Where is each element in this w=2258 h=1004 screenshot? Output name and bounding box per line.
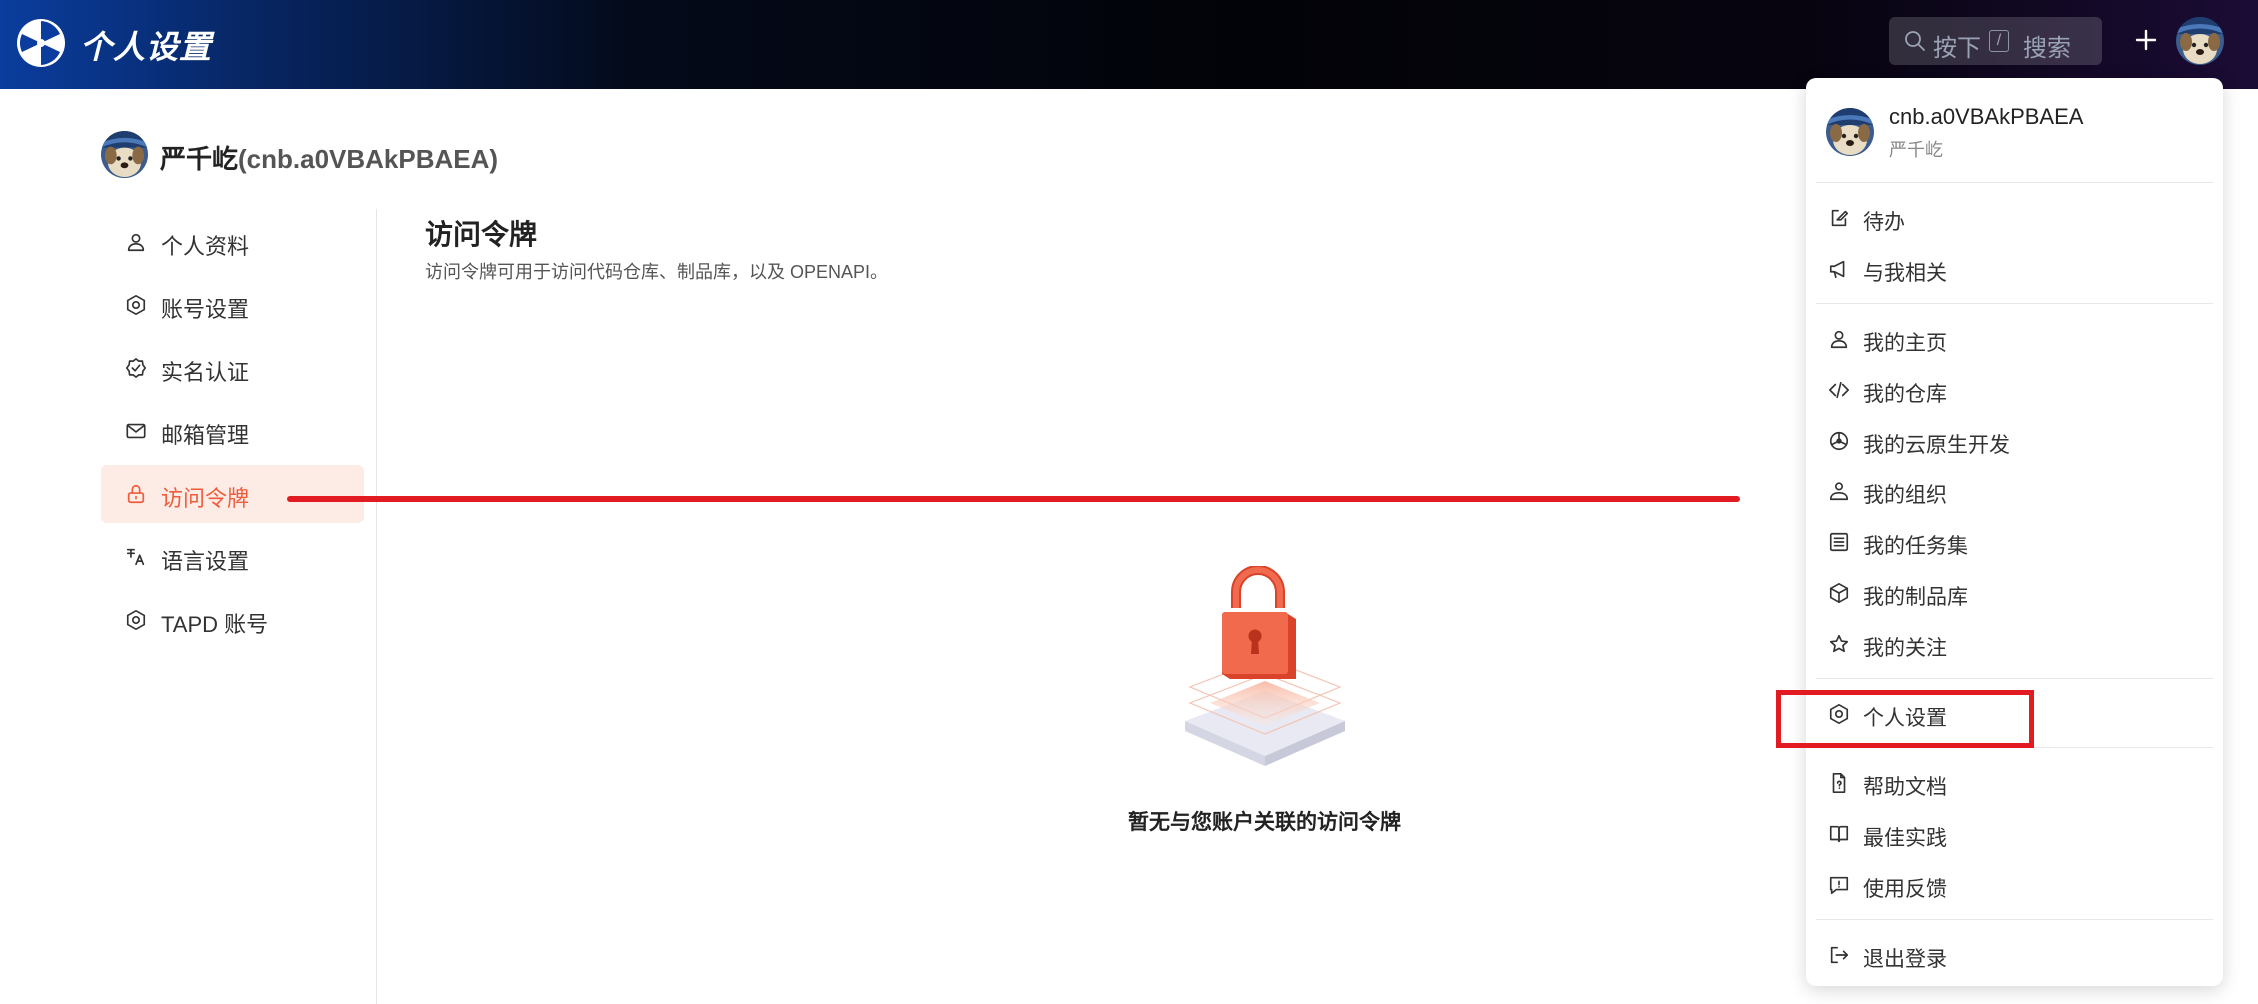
help-doc-icon	[1832, 773, 1846, 793]
menu-item-label: 我的仓库	[1863, 383, 1947, 406]
menu-item-logout[interactable]: 退出登录	[1806, 935, 2223, 975]
menu-item-homepage[interactable]: 我的主页	[1806, 319, 2223, 359]
menu-divider	[1816, 182, 2213, 183]
sidebar-item-label: 个人资料	[161, 234, 250, 259]
star-icon	[1829, 634, 1849, 653]
sidebar-item-verification[interactable]: 实名认证	[101, 339, 364, 397]
menu-divider	[1816, 919, 2213, 920]
settings-sidebar: 个人资料 账号设置 实名认证 邮箱管理 访问令牌 语言设置 TAPD 账号	[101, 213, 364, 654]
group-icon	[1829, 482, 1849, 501]
hexagon-settings-icon	[126, 295, 146, 315]
search-shortcut-key: /	[1989, 30, 2009, 52]
menu-item-label: 我的组织	[1863, 484, 1947, 507]
avatar-image	[2176, 17, 2224, 65]
sidebar-item-tapd[interactable]: TAPD 账号	[101, 591, 364, 649]
menu-item-help[interactable]: 帮助文档	[1806, 763, 2223, 803]
code-icon	[1829, 381, 1849, 399]
sidebar-item-access-tokens[interactable]: 访问令牌	[101, 465, 364, 523]
menu-divider	[1816, 678, 2213, 679]
sidebar-item-label: 访问令牌	[161, 486, 250, 511]
menu-item-label: 帮助文档	[1863, 776, 1947, 799]
menu-item-label: 我的任务集	[1863, 535, 1968, 558]
todo-icon	[1831, 209, 1849, 227]
empty-state-text: 暂无与您账户关联的访问令牌	[1128, 811, 1401, 834]
search-icon	[1905, 31, 1925, 51]
search-box[interactable]: 按下 / 搜索	[1889, 17, 2102, 65]
menu-item-label: 待办	[1863, 211, 1905, 234]
annotation-underline	[287, 496, 1740, 502]
empty-lock-illustration	[1185, 566, 1345, 766]
menu-item-artifacts[interactable]: 我的制品库	[1806, 573, 2223, 613]
sidebar-divider	[376, 209, 377, 1004]
profile-avatar	[101, 131, 148, 178]
menu-item-label: 我的制品库	[1863, 586, 1968, 609]
user-dropdown-menu: cnb.a0VBAkPBAEA 严千屹 待办 与我相关 我的主页 我的仓库 我的…	[1806, 78, 2223, 986]
sidebar-item-label: 实名认证	[161, 360, 250, 385]
pinwheel-icon	[1829, 431, 1849, 451]
page-title: 访问令牌	[425, 219, 538, 250]
menu-item-label: 与我相关	[1863, 262, 1947, 285]
menu-item-label: 使用反馈	[1863, 878, 1947, 901]
translate-icon	[126, 548, 145, 566]
menu-item-orgs[interactable]: 我的组织	[1806, 471, 2223, 511]
search-suffix: 搜索	[2023, 35, 2071, 62]
menu-item-todo[interactable]: 待办	[1806, 198, 2223, 238]
sidebar-item-language[interactable]: 语言设置	[101, 528, 364, 586]
page-description: 访问令牌可用于访问代码仓库、制品库，以及 OPENAPI。	[425, 262, 889, 282]
user-icon	[127, 233, 145, 252]
book-icon	[1829, 825, 1849, 843]
menu-item-feedback[interactable]: 使用反馈	[1806, 865, 2223, 905]
app-logo-icon[interactable]	[16, 18, 66, 68]
dropdown-avatar	[1826, 108, 1874, 156]
search-prefix: 按下	[1933, 35, 1981, 62]
top-bar: 个人设置 按下 / 搜索	[0, 0, 2258, 89]
avatar-image	[101, 131, 148, 178]
menu-item-tasks[interactable]: 我的任务集	[1806, 522, 2223, 562]
profile-account: (cnb.a0VBAkPBAEA)	[238, 144, 499, 174]
sidebar-item-account[interactable]: 账号设置	[101, 276, 364, 334]
verified-badge-icon	[126, 358, 146, 378]
menu-item-following[interactable]: 我的关注	[1806, 624, 2223, 664]
menu-item-best-practices[interactable]: 最佳实践	[1806, 814, 2223, 854]
feedback-icon	[1829, 876, 1849, 895]
menu-item-repos[interactable]: 我的仓库	[1806, 370, 2223, 410]
menu-item-label: 我的云原生开发	[1863, 434, 2010, 457]
megaphone-icon	[1829, 260, 1845, 279]
menu-divider	[1816, 303, 2213, 304]
sidebar-item-profile[interactable]: 个人资料	[101, 213, 364, 271]
menu-item-mentions[interactable]: 与我相关	[1806, 249, 2223, 289]
hexagon-settings-icon	[126, 610, 146, 630]
menu-item-label: 我的关注	[1863, 637, 1947, 660]
menu-item-label: 退出登录	[1863, 948, 1947, 971]
sidebar-item-label: 账号设置	[161, 297, 250, 322]
dropdown-display-name: 严千屹	[1889, 140, 1943, 160]
plus-icon[interactable]	[2128, 22, 2164, 58]
sidebar-item-label: 语言设置	[161, 549, 250, 574]
profile-name: 严千屹(cnb.a0VBAkPBAEA)	[160, 139, 498, 176]
user-icon	[1830, 330, 1848, 349]
annotation-highlight-box	[1776, 690, 2034, 748]
sidebar-item-label: 邮箱管理	[161, 423, 250, 448]
profile-display-name: 严千屹	[160, 144, 239, 174]
menu-item-cloud-dev[interactable]: 我的云原生开发	[1806, 421, 2223, 461]
logout-icon	[1830, 946, 1849, 964]
menu-item-label: 我的主页	[1863, 332, 1947, 355]
app-title: 个人设置	[80, 29, 213, 65]
avatar-image	[1826, 108, 1874, 156]
lock-icon	[127, 484, 145, 504]
sidebar-item-label: TAPD 账号	[161, 612, 269, 637]
user-avatar-button[interactable]	[2176, 17, 2224, 65]
package-icon	[1829, 583, 1849, 603]
menu-item-label: 最佳实践	[1863, 827, 1947, 850]
list-icon	[1829, 532, 1849, 552]
mail-icon	[126, 423, 146, 439]
dropdown-username: cnb.a0VBAkPBAEA	[1889, 104, 2084, 129]
sidebar-item-email[interactable]: 邮箱管理	[101, 402, 364, 460]
